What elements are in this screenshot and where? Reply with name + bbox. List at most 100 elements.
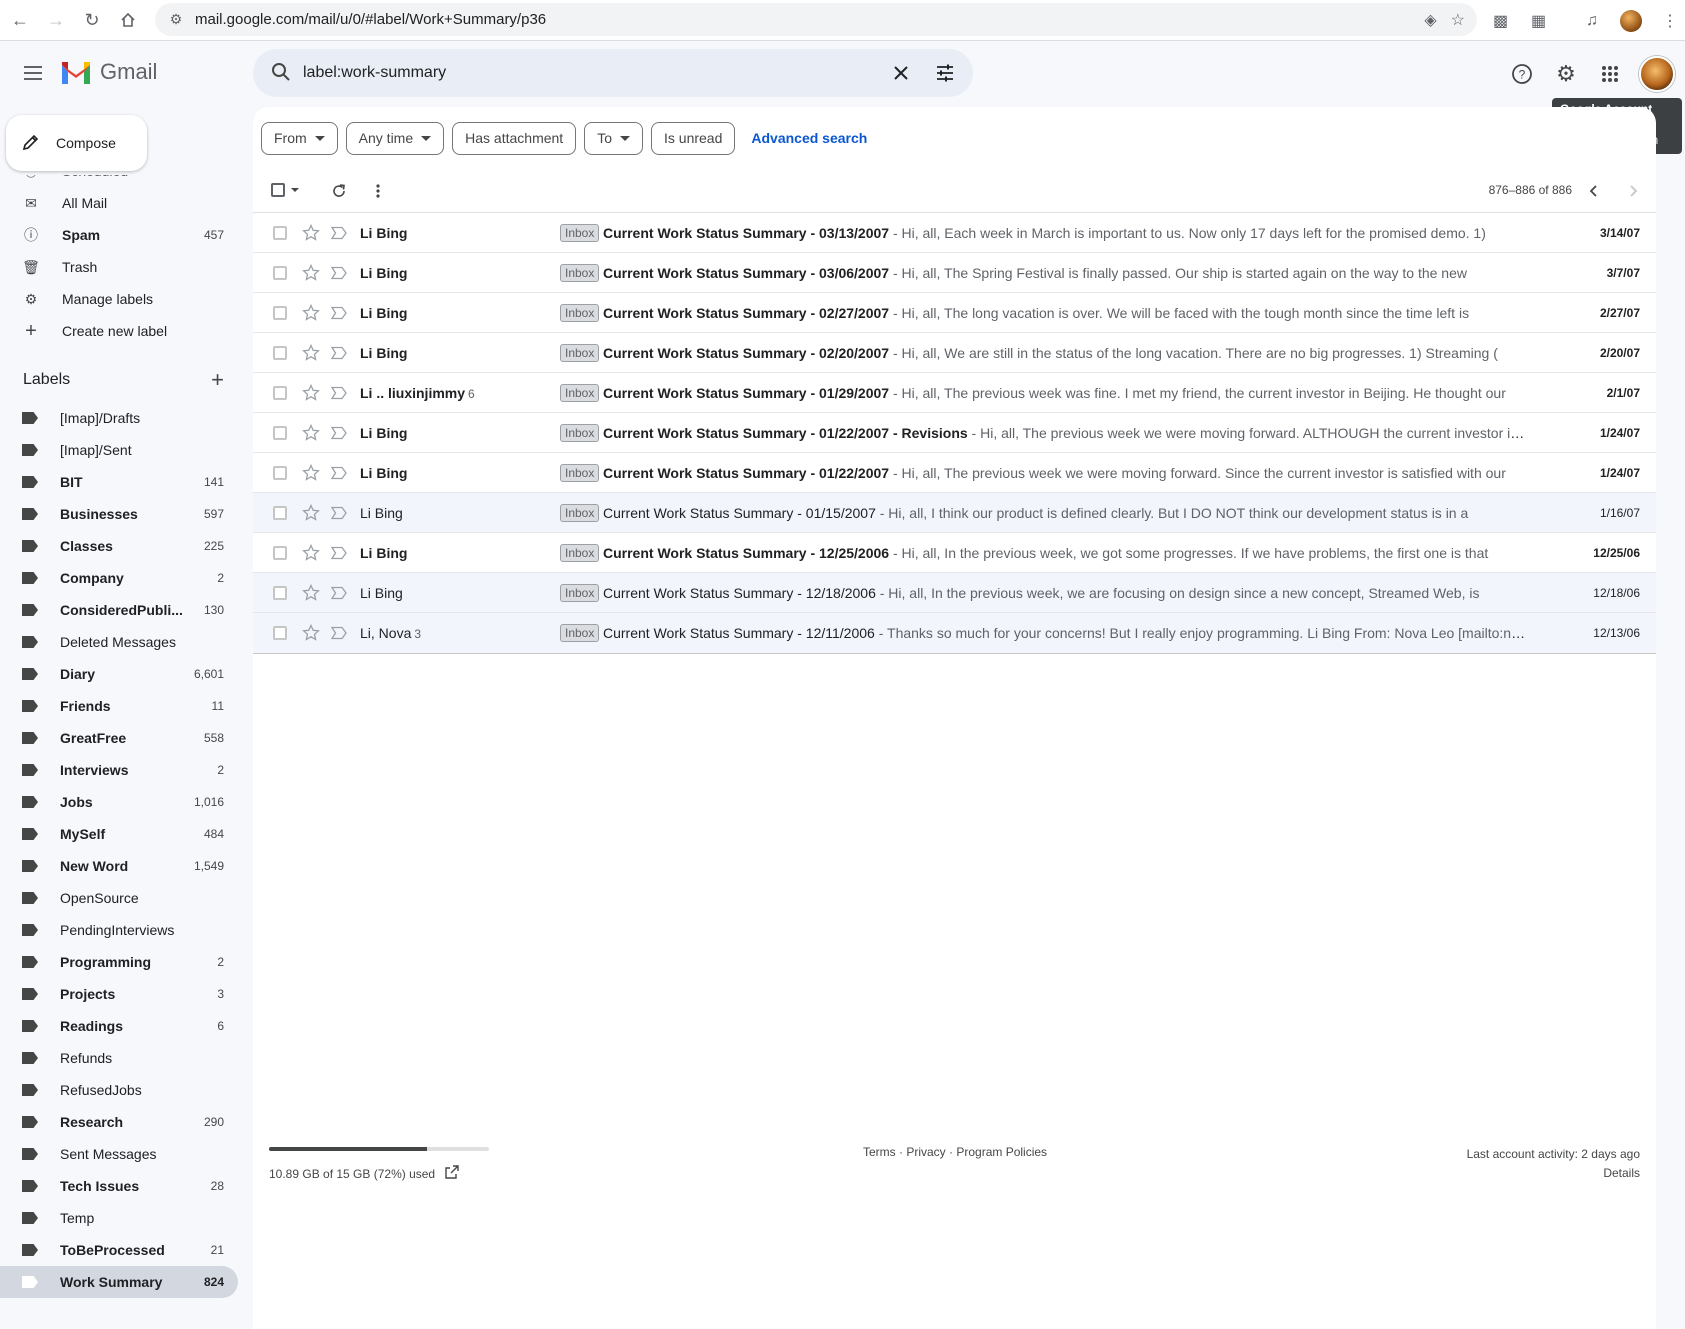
label-item-temp[interactable]: Temp — [0, 1202, 238, 1234]
important-marker-icon[interactable] — [329, 623, 349, 643]
filter-chip-from[interactable]: From — [261, 121, 338, 155]
star-icon[interactable] — [301, 463, 321, 483]
details-link[interactable]: Details — [1467, 1164, 1640, 1183]
google-apps-icon[interactable] — [1595, 59, 1625, 89]
lens-icon[interactable]: ◈ — [1424, 10, 1436, 30]
email-row[interactable]: Li Bing Inbox Current Work Status Summary … — [253, 213, 1656, 253]
star-icon[interactable] — [301, 343, 321, 363]
star-icon[interactable] — [301, 503, 321, 523]
email-checkbox[interactable] — [273, 626, 287, 640]
email-row[interactable]: Li Bing Inbox Current Work Status Summary … — [253, 493, 1656, 533]
url-text[interactable]: mail.google.com/mail/u/0/#label/Work+Sum… — [195, 11, 546, 28]
email-checkbox[interactable] — [273, 506, 287, 520]
settings-gear-icon[interactable]: ⚙ — [1551, 59, 1581, 89]
label-item-friends[interactable]: Friends 11 — [0, 690, 238, 722]
reload-icon[interactable]: ↻ — [74, 2, 110, 38]
label-item-new-word[interactable]: New Word 1,549 — [0, 850, 238, 882]
important-marker-icon[interactable] — [329, 263, 349, 283]
email-row[interactable]: Li Bing Inbox Current Work Status Summary … — [253, 293, 1656, 333]
star-icon[interactable] — [301, 383, 321, 403]
email-row[interactable]: Li Bing Inbox Current Work Status Summary … — [253, 533, 1656, 573]
important-marker-icon[interactable] — [329, 463, 349, 483]
important-marker-icon[interactable] — [329, 423, 349, 443]
media-control-icon[interactable]: ♫ — [1586, 0, 1598, 41]
email-checkbox[interactable] — [273, 346, 287, 360]
filter-chip-any-time[interactable]: Any time — [345, 121, 445, 155]
email-checkbox[interactable] — [273, 266, 287, 280]
label-item-bit[interactable]: BIT 141 — [0, 466, 238, 498]
label-item-projects[interactable]: Projects 3 — [0, 978, 238, 1010]
label-item-diary[interactable]: Diary 6,601 — [0, 658, 238, 690]
help-icon[interactable]: ? — [1507, 59, 1537, 89]
privacy-link[interactable]: Privacy — [906, 1145, 945, 1159]
sidebar-item-scheduled[interactable]: ◷ Scheduled — [0, 175, 238, 187]
email-row[interactable]: Li Bing Inbox Current Work Status Summary … — [253, 573, 1656, 613]
important-marker-icon[interactable] — [329, 543, 349, 563]
sidebar-item-trash[interactable]: 🗑 Trash — [0, 251, 238, 283]
label-item-sent-messages[interactable]: Sent Messages — [0, 1138, 238, 1170]
search-bar[interactable]: label:work-summary — [253, 49, 973, 97]
main-menu-icon[interactable] — [16, 56, 50, 90]
label-item-myself[interactable]: MySelf 484 — [0, 818, 238, 850]
program-policies-link[interactable]: Program Policies — [956, 1145, 1047, 1159]
label-item-refunds[interactable]: Refunds — [0, 1042, 238, 1074]
select-all-checkbox[interactable] — [271, 183, 299, 197]
label-item-deleted-messages[interactable]: Deleted Messages — [0, 626, 238, 658]
email-checkbox[interactable] — [273, 386, 287, 400]
open-in-new-icon[interactable] — [445, 1165, 459, 1182]
search-icon[interactable] — [259, 62, 303, 85]
star-icon[interactable] — [301, 623, 321, 643]
label-item-pendinginterviews[interactable]: PendingInterviews — [0, 914, 238, 946]
more-options-icon[interactable] — [362, 175, 394, 207]
email-row[interactable]: Li Bing Inbox Current Work Status Summary … — [253, 253, 1656, 293]
bookmark-star-icon[interactable]: ☆ — [1451, 10, 1465, 30]
terms-link[interactable]: Terms — [863, 1145, 896, 1159]
home-icon[interactable] — [110, 2, 146, 38]
sidebar-item-create-new-label[interactable]: + Create new label — [0, 315, 238, 347]
label-item-research[interactable]: Research 290 — [0, 1106, 238, 1138]
filter-chip-is-unread[interactable]: Is unread — [651, 121, 736, 155]
label-item-jobs[interactable]: Jobs 1,016 — [0, 786, 238, 818]
email-checkbox[interactable] — [273, 426, 287, 440]
label-item-tobeprocessed[interactable]: ToBeProcessed 21 — [0, 1234, 238, 1266]
advanced-search-link[interactable]: Advanced search — [751, 130, 867, 146]
search-input[interactable]: label:work-summary — [303, 64, 879, 82]
email-row[interactable]: Li Bing Inbox Current Work Status Summary … — [253, 333, 1656, 373]
email-row[interactable]: Li Bing Inbox Current Work Status Summary … — [253, 413, 1656, 453]
newer-page-chevron-icon[interactable] — [1578, 175, 1610, 207]
star-icon[interactable] — [301, 543, 321, 563]
star-icon[interactable] — [301, 303, 321, 323]
label-item-tech-issues[interactable]: Tech Issues 28 — [0, 1170, 238, 1202]
email-checkbox[interactable] — [273, 466, 287, 480]
address-bar[interactable]: ⚙ mail.google.com/mail/u/0/#label/Work+S… — [155, 3, 1477, 36]
browser-menu-icon[interactable]: ⋮ — [1662, 0, 1678, 41]
label-item-consideredpubli[interactable]: ConsideredPubli... 130 — [0, 594, 238, 626]
email-row[interactable]: Li, Nova 3 Inbox Current Work Status Summar… — [253, 613, 1656, 653]
label-item-refusedjobs[interactable]: RefusedJobs — [0, 1074, 238, 1106]
star-icon[interactable] — [301, 223, 321, 243]
label-item-imap-sent[interactable]: [Imap]/Sent — [0, 434, 238, 466]
clear-search-icon[interactable] — [879, 51, 923, 95]
site-settings-icon[interactable]: ⚙ — [161, 11, 191, 28]
puzzle-extensions-icon[interactable]: ▦ — [1531, 0, 1546, 41]
select-dropdown-caret-icon[interactable] — [291, 188, 299, 192]
label-item-classes[interactable]: Classes 225 — [0, 530, 238, 562]
email-checkbox[interactable] — [273, 226, 287, 240]
important-marker-icon[interactable] — [329, 383, 349, 403]
extension-icon[interactable]: ▩ — [1493, 0, 1508, 41]
sidebar-item-manage-labels[interactable]: ⚙ Manage labels — [0, 283, 238, 315]
forward-arrow-icon[interactable]: → — [38, 2, 74, 38]
label-item-interviews[interactable]: Interviews 2 — [0, 754, 238, 786]
email-row[interactable]: Li .. liuxinjimmy 6 Inbox Current Work Stat… — [253, 373, 1656, 413]
email-checkbox[interactable] — [273, 546, 287, 560]
sidebar-item-spam[interactable]: ⓘ Spam 457 — [0, 219, 238, 251]
compose-button[interactable]: Compose — [6, 115, 147, 171]
email-checkbox[interactable] — [273, 586, 287, 600]
important-marker-icon[interactable] — [329, 303, 349, 323]
search-options-icon[interactable] — [923, 51, 967, 95]
star-icon[interactable] — [301, 263, 321, 283]
filter-chip-to[interactable]: To — [584, 121, 643, 155]
filter-chip-has-attachment[interactable]: Has attachment — [452, 121, 577, 155]
account-avatar[interactable] — [1639, 56, 1675, 92]
add-label-plus-icon[interactable]: + — [211, 367, 224, 393]
